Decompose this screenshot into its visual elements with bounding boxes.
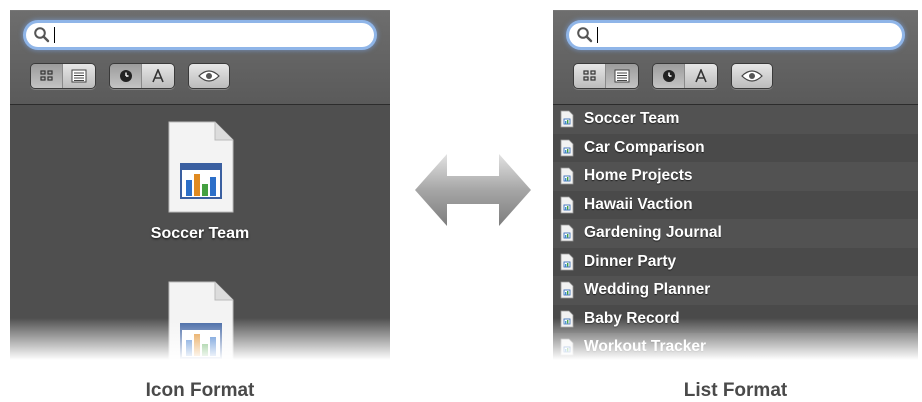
list-item-label: Soccer Team — [584, 110, 680, 128]
grid-view-button[interactable] — [31, 64, 63, 88]
document-icon — [560, 281, 574, 299]
list-item[interactable]: Workout Tracker — [553, 333, 918, 360]
toolbar — [553, 10, 918, 105]
sort-mode-toggle — [652, 63, 718, 89]
list-item-label: Hawaii Vaction — [584, 195, 693, 213]
eye-icon — [741, 70, 763, 82]
sort-mode-toggle — [109, 63, 175, 89]
list-item[interactable]: Gardening Journal — [553, 219, 918, 249]
list-item-label: Home Projects — [584, 167, 693, 185]
list-item-label: Baby Record — [584, 309, 680, 327]
list-icon — [614, 69, 630, 83]
search-icon — [577, 27, 593, 43]
document-icon — [560, 167, 574, 185]
list-item[interactable]: Baby Record — [553, 304, 918, 334]
list-item-label: Car Comparison — [584, 138, 705, 156]
icon-grid: Soccer Team — [10, 105, 390, 360]
list-item-label: Wedding Planner — [584, 281, 711, 299]
document-icon — [560, 310, 574, 328]
sort-by-name-button[interactable] — [142, 64, 174, 88]
document-icon — [560, 338, 574, 356]
sort-by-name-button[interactable] — [685, 64, 717, 88]
list-format-window: Soccer Team Car Comparison Home Projects Ha… — [553, 10, 918, 360]
list-icon — [71, 69, 87, 83]
document-icon — [560, 253, 574, 271]
search-icon — [34, 27, 50, 43]
document-icon — [560, 139, 574, 157]
icon-format-caption: Icon Format — [145, 380, 255, 401]
list-view-button[interactable] — [63, 64, 95, 88]
toolbar — [10, 10, 390, 105]
preview-toggle — [731, 63, 773, 89]
list-item[interactable]: Wedding Planner — [553, 276, 918, 306]
list-format-caption: List Format — [683, 380, 788, 401]
text-cursor — [597, 27, 598, 43]
quick-look-button[interactable] — [732, 64, 772, 88]
sort-by-date-button[interactable] — [653, 64, 685, 88]
list-item[interactable]: Soccer Team — [553, 105, 918, 135]
grid-view-button[interactable] — [574, 64, 606, 88]
double-arrow-icon — [415, 154, 531, 226]
document-icon — [560, 196, 574, 214]
list-view-button[interactable] — [606, 64, 638, 88]
spreadsheet-document-icon — [168, 281, 234, 360]
list-item[interactable]: Car Comparison — [553, 133, 918, 163]
view-mode-toggle — [30, 63, 96, 89]
view-mode-toggle — [573, 63, 639, 89]
clock-icon — [119, 70, 132, 82]
grid-icon — [39, 70, 53, 81]
list-item-label: Dinner Party — [584, 252, 677, 270]
document-icon — [560, 224, 574, 242]
list-item[interactable]: Hawaii Vaction — [553, 190, 918, 220]
document-label: Soccer Team — [150, 225, 250, 242]
search-field[interactable] — [569, 23, 902, 47]
search-field[interactable] — [26, 23, 374, 47]
list-item-label: Gardening Journal — [584, 224, 722, 242]
document-icon — [560, 110, 574, 128]
letter-a-icon — [695, 69, 707, 83]
spreadsheet-document-icon — [168, 121, 234, 213]
list-item-label: Workout Tracker — [584, 338, 707, 356]
document-list: Soccer Team Car Comparison Home Projects Ha… — [553, 105, 918, 360]
icon-format-window: Soccer Team — [10, 10, 390, 360]
list-item[interactable]: Dinner Party — [553, 247, 918, 277]
eye-icon — [198, 70, 220, 82]
clock-icon — [662, 70, 675, 82]
document-icon-item[interactable] — [146, 280, 254, 360]
sort-by-date-button[interactable] — [110, 64, 142, 88]
preview-toggle — [188, 63, 230, 89]
text-cursor — [54, 27, 55, 43]
document-icon-item[interactable]: Soccer Team — [146, 120, 254, 243]
grid-icon — [582, 70, 596, 81]
letter-a-icon — [152, 69, 164, 83]
quick-look-button[interactable] — [189, 64, 229, 88]
list-item[interactable]: Home Projects — [553, 162, 918, 192]
